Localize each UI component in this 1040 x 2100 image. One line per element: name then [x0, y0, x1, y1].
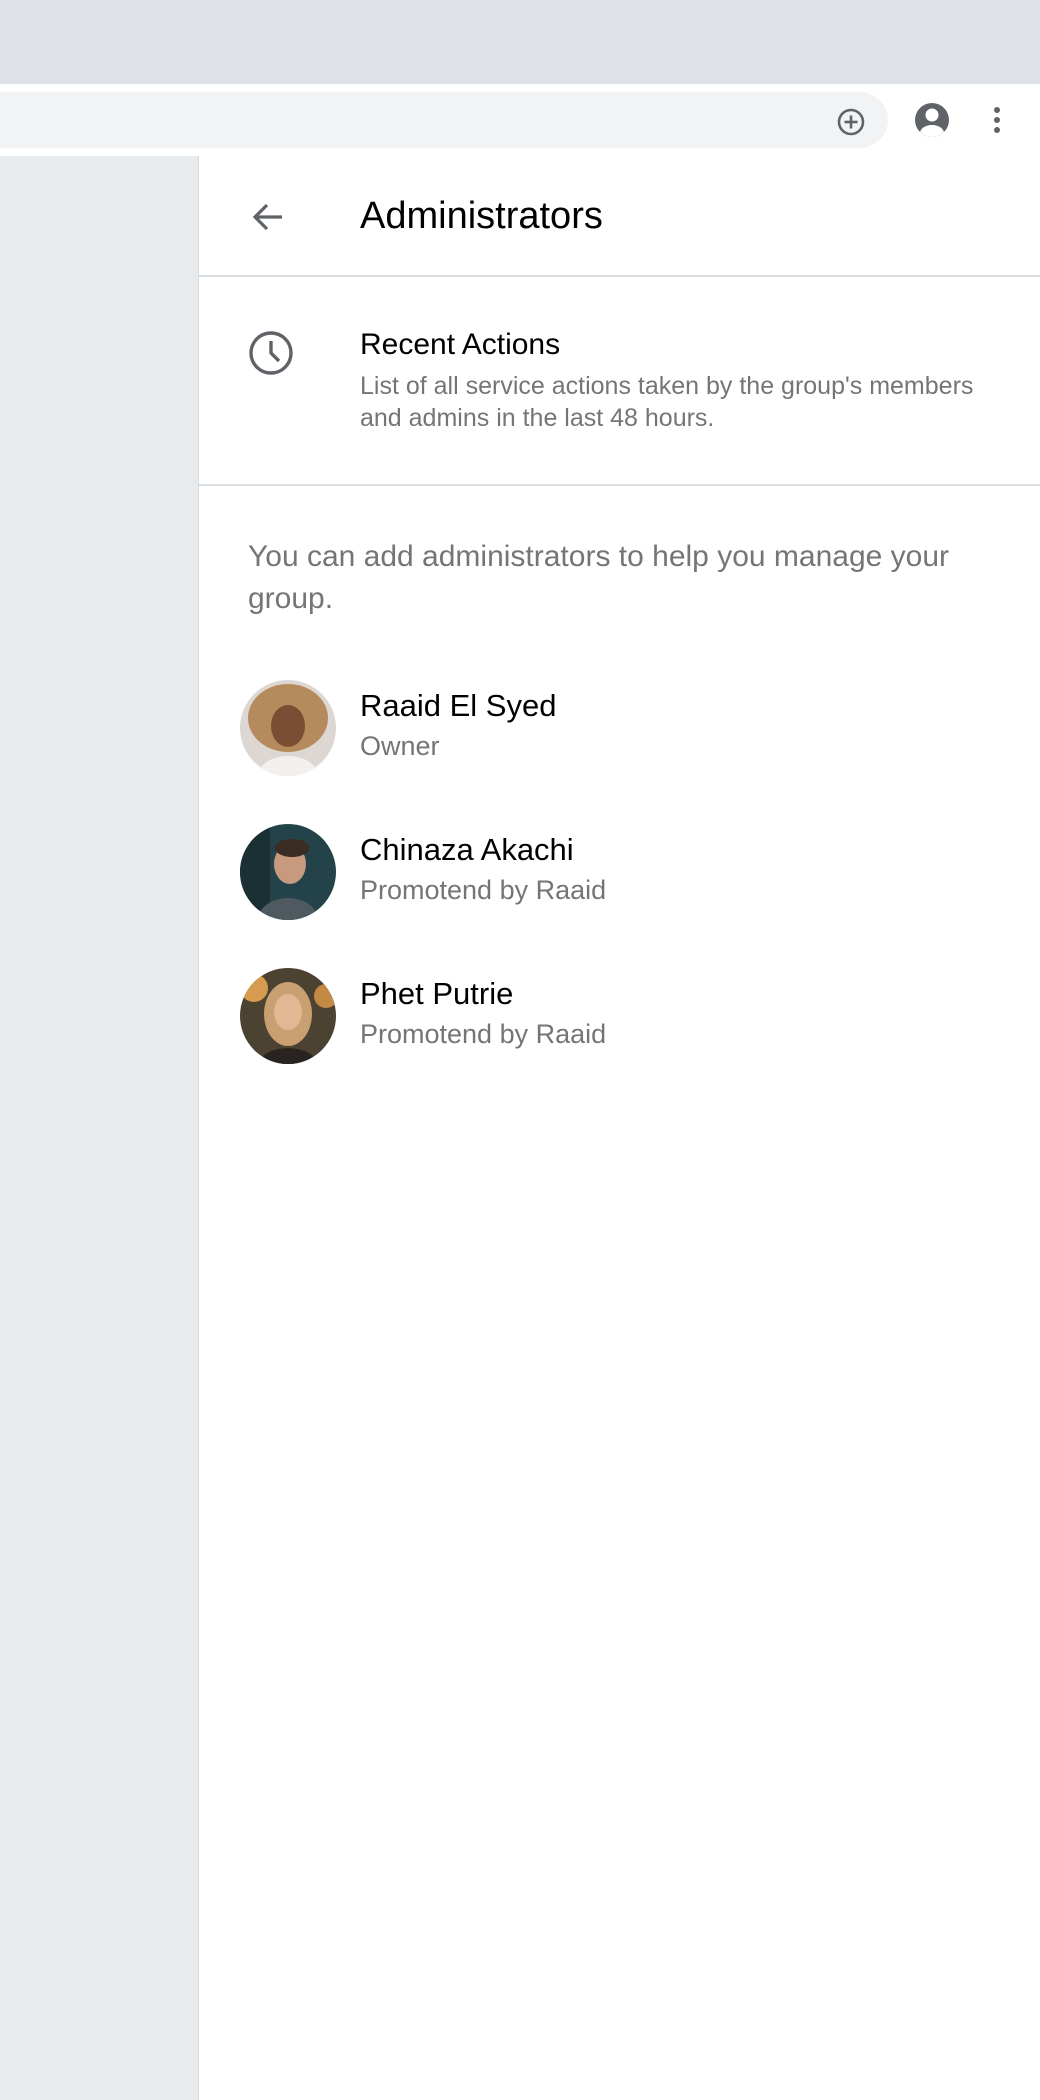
- admins-hint-text: You can add administrators to help you m…: [248, 540, 950, 615]
- admin-role: Owner: [360, 731, 440, 761]
- browser-tab-strip: [0, 0, 1040, 84]
- admin-name: Chinaza Akachi: [360, 832, 574, 867]
- admin-name: Phet Putrie: [360, 976, 514, 1011]
- admin-list-item[interactable]: Phet Putrie Promotend by Raaid: [199, 968, 1040, 1112]
- browser-toolbar: [0, 84, 1040, 156]
- admin-role: Promotend by Raaid: [360, 875, 607, 905]
- account-circle-icon[interactable]: [912, 100, 952, 140]
- recent-actions-description: List of all service actions taken by the…: [360, 372, 974, 432]
- admin-list-item[interactable]: Raaid El Syed Owner: [199, 680, 1040, 824]
- recent-actions-title: Recent Actions: [360, 328, 561, 361]
- address-bar[interactable]: [0, 92, 888, 148]
- add-circle-icon[interactable]: [834, 105, 868, 139]
- more-vert-icon[interactable]: [985, 100, 1009, 140]
- recent-actions-item[interactable]: Recent Actions List of all service actio…: [199, 277, 1040, 486]
- admin-role: Promotend by Raaid: [360, 1019, 607, 1049]
- admin-list: Raaid El Syed Owner Chinaza Akachi Promo…: [199, 680, 1040, 1112]
- page-title: Administrators: [360, 195, 603, 237]
- avatar: [240, 968, 336, 1064]
- left-background-pane: [0, 156, 199, 2100]
- avatar: [240, 680, 336, 776]
- clock-icon: [247, 329, 295, 377]
- administrators-panel: Administrators Recent Actions List of al…: [199, 156, 1040, 2100]
- admin-name: Raaid El Syed: [360, 688, 557, 723]
- avatar: [240, 824, 336, 920]
- panel-header: Administrators: [199, 156, 1040, 277]
- admin-list-item[interactable]: Chinaza Akachi Promotend by Raaid: [199, 824, 1040, 968]
- arrow-back-icon[interactable]: [249, 198, 287, 236]
